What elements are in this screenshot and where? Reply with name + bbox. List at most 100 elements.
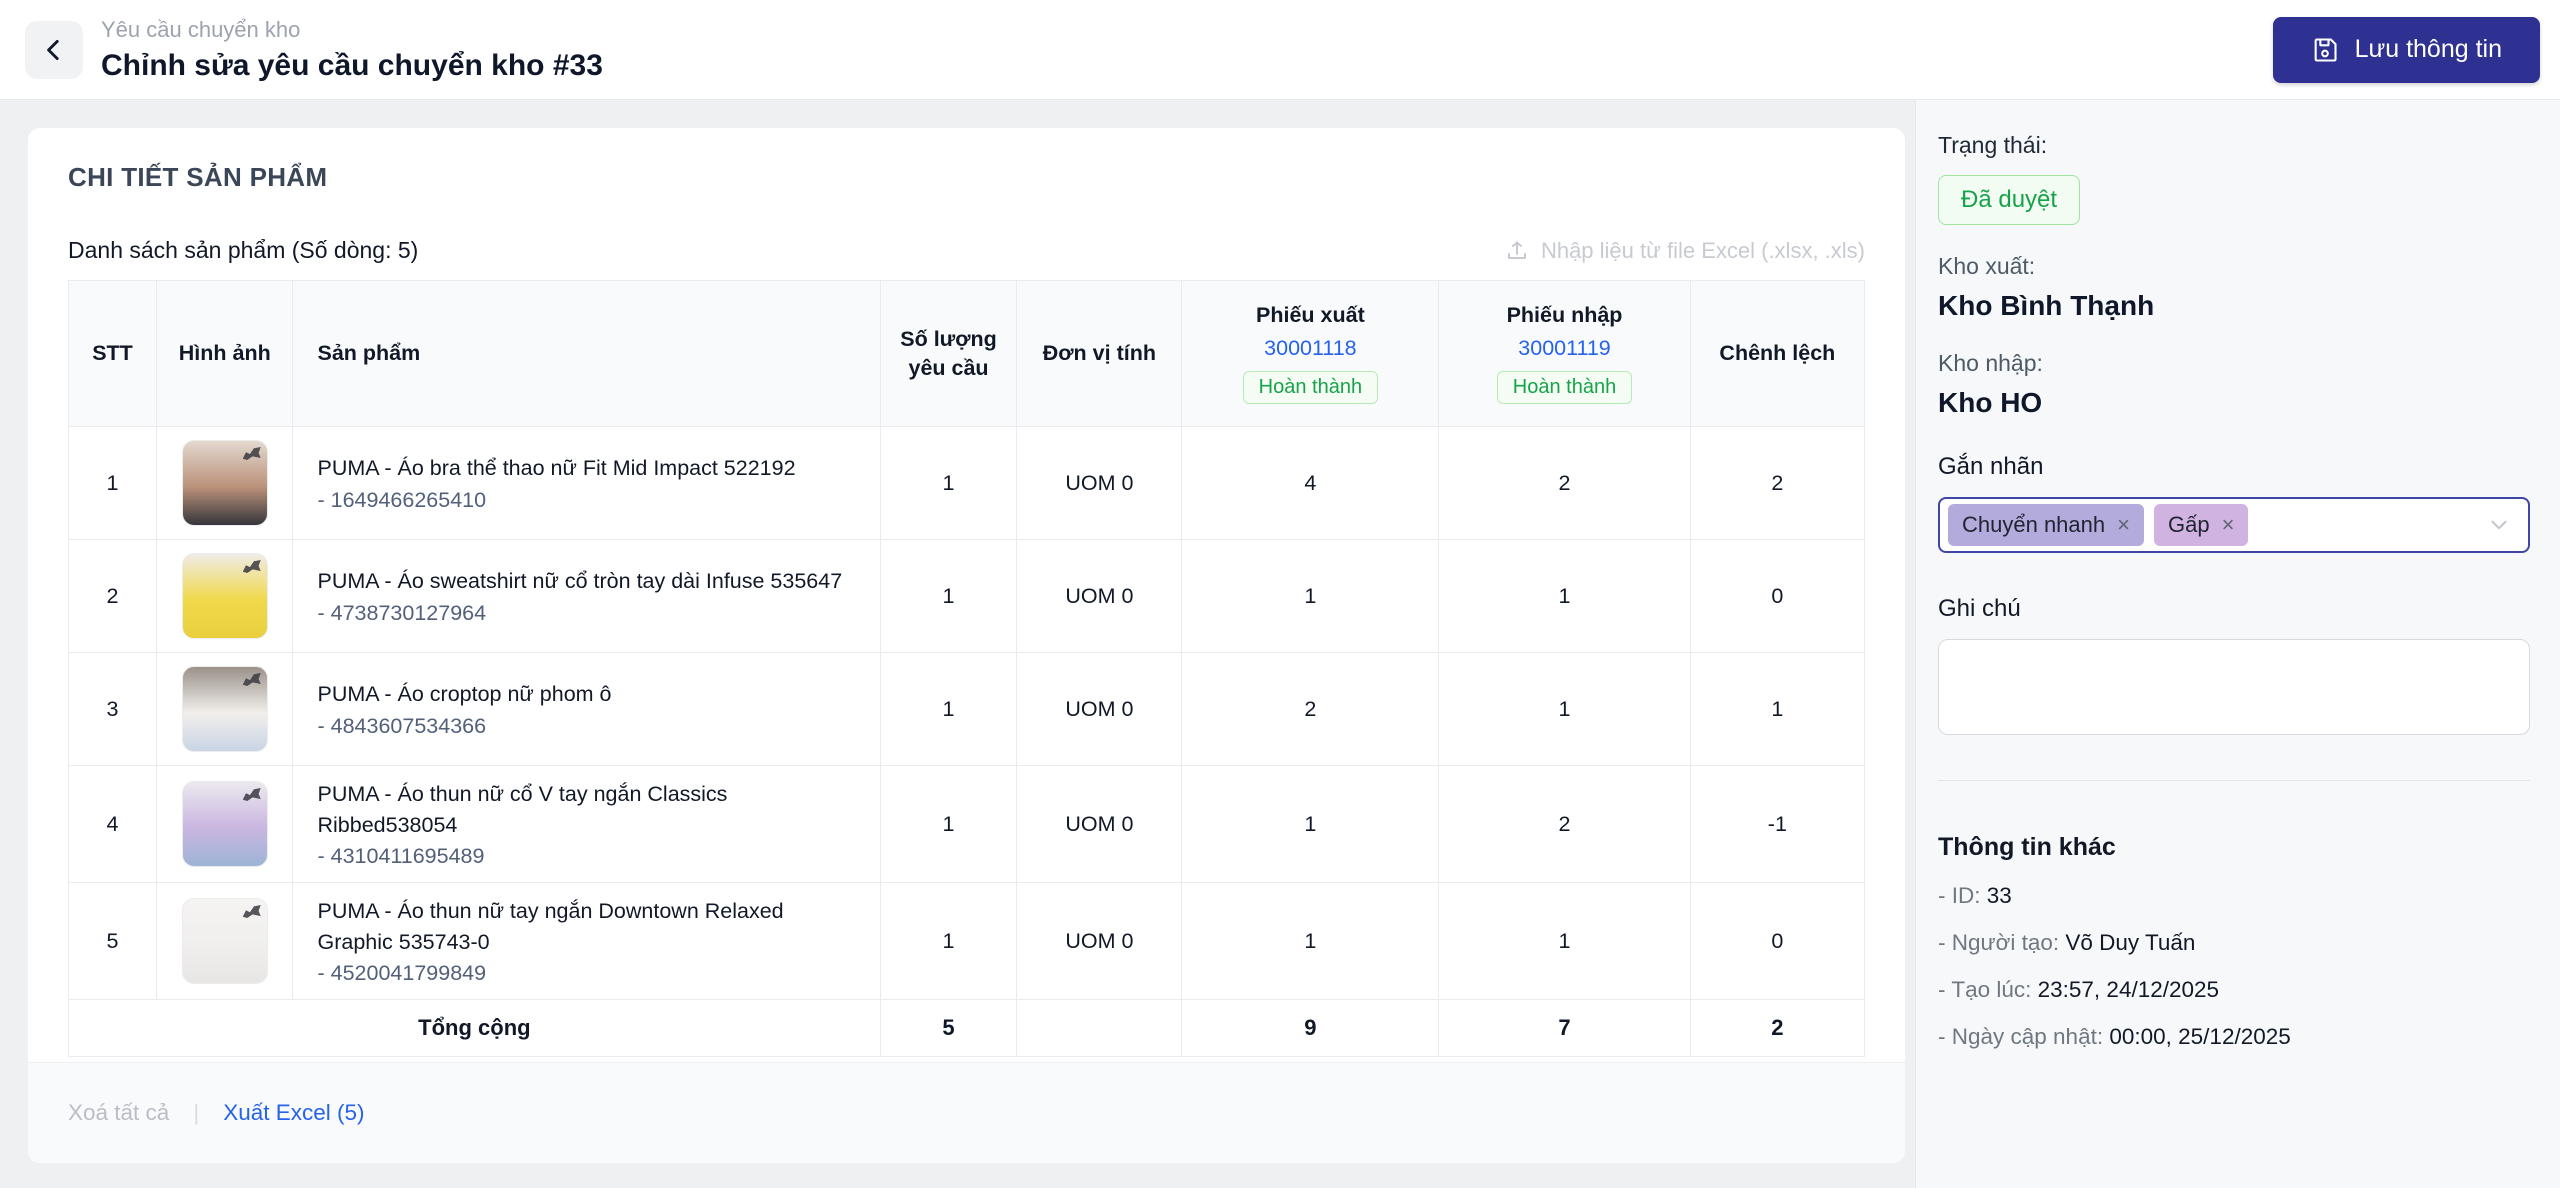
- product-table-body: 1 PUMA - Áo bra thể thao nữ Fit Mid Impac…: [68, 426, 1866, 1001]
- col-header-import: Phiếu nhập 30001119 Hoàn thành: [1438, 280, 1691, 427]
- cell-image: [155, 426, 294, 540]
- cell-qty: 1: [879, 764, 1018, 884]
- info-label: - Người tạo:: [1938, 930, 2066, 955]
- product-list-count-label: Danh sách sản phẩm (Số dòng: 5): [68, 237, 419, 263]
- breadcrumb[interactable]: Yêu cầu chuyển kho: [101, 17, 603, 43]
- section-title: CHI TIẾT SẢN PHẨM: [68, 162, 328, 192]
- chevron-left-icon: [41, 37, 67, 63]
- cell-uom: UOM 0: [1016, 539, 1183, 653]
- upload-icon: [1505, 239, 1529, 263]
- info-value: Võ Duy Tuấn: [2065, 930, 2196, 955]
- cell-qty: 1: [879, 652, 1018, 766]
- cell-diff: 1: [1689, 652, 1866, 766]
- cell-stt: 3: [68, 652, 157, 766]
- clear-all-link[interactable]: Xoá tất cả: [68, 1100, 169, 1126]
- tag-chip-label: Gấp: [2167, 512, 2210, 537]
- dest-warehouse-value: Kho HO: [1938, 387, 2043, 418]
- total-import: 7: [1438, 999, 1691, 1058]
- import-doc-link[interactable]: 30001119: [1518, 336, 1610, 361]
- cell-product: PUMA - Áo sweatshirt nữ cổ tròn tay dài …: [292, 539, 881, 653]
- info-label: - Tạo lúc:: [1938, 977, 2038, 1002]
- col-header-product: Sản phẩm: [292, 280, 881, 427]
- cell-export-qty: 1: [1181, 882, 1440, 1001]
- product-table: STT Hình ảnh Sản phẩm Số lượng yêu cầu Đ…: [68, 280, 1866, 1058]
- page-header: Yêu cầu chuyển kho Chỉnh sửa yêu cầu chu…: [0, 0, 2560, 100]
- product-thumbnail: [181, 553, 268, 639]
- cell-import-qty: 1: [1438, 882, 1691, 1001]
- note-textarea[interactable]: [1938, 639, 2530, 735]
- product-barcode: - 4520041799849: [317, 961, 487, 986]
- cell-diff: -1: [1689, 764, 1866, 884]
- tag-remove-icon[interactable]: ×: [2222, 514, 2235, 536]
- col-header-export: Phiếu xuất 30001118 Hoàn thành: [1181, 280, 1440, 427]
- cell-stt: 1: [68, 426, 157, 540]
- cell-uom: UOM 0: [1016, 882, 1183, 1001]
- import-excel-link[interactable]: Nhập liệu từ file Excel (.xlsx, .xls): [1505, 238, 1865, 264]
- cell-export-qty: 2: [1181, 652, 1440, 766]
- col-header-uom: Đơn vị tính: [1016, 280, 1183, 427]
- table-row: 2 PUMA - Áo sweatshirt nữ cổ tròn tay dài…: [68, 539, 1866, 653]
- tag-chip: Chuyển nhanh ×: [1948, 504, 2144, 546]
- cell-export-qty: 1: [1181, 764, 1440, 884]
- product-barcode: - 1649466265410: [317, 487, 487, 512]
- cell-export-qty: 4: [1181, 426, 1440, 540]
- cell-image: [155, 882, 294, 1001]
- source-warehouse-label: Kho xuất:: [1938, 253, 2036, 279]
- cell-uom: UOM 0: [1016, 652, 1183, 766]
- product-name: PUMA - Áo sweatshirt nữ cổ tròn tay dài …: [317, 569, 843, 594]
- other-info-title: Thông tin khác: [1938, 833, 2116, 861]
- col-header-stt: STT: [68, 280, 157, 427]
- total-qty: 5: [879, 999, 1018, 1058]
- import-doc-label: Phiếu nhập: [1506, 303, 1623, 327]
- puma-logo-icon: [242, 788, 261, 802]
- save-button[interactable]: Lưu thông tin: [2272, 16, 2540, 83]
- puma-logo-icon: [242, 560, 261, 573]
- puma-logo-icon: [242, 447, 261, 460]
- table-row: 5 PUMA - Áo thun nữ tay ngắn Downtown Rel…: [68, 882, 1866, 1001]
- cell-qty: 1: [879, 426, 1018, 540]
- chevron-down-icon[interactable]: [2486, 512, 2512, 538]
- product-name: PUMA - Áo bra thể thao nữ Fit Mid Impact…: [317, 456, 796, 481]
- back-button[interactable]: [25, 20, 83, 79]
- tags-label: Gắn nhãn: [1938, 453, 2044, 480]
- product-thumbnail: [181, 666, 268, 752]
- export-status-badge: Hoàn thành: [1242, 371, 1379, 404]
- cell-qty: 1: [879, 539, 1018, 653]
- status-badge: Đã duyệt: [1938, 175, 2081, 225]
- cell-stt: 2: [68, 539, 157, 653]
- footer-separator: |: [193, 1100, 200, 1125]
- cell-diff: 0: [1689, 539, 1866, 653]
- info-line: - Ngày cập nhật: 00:00, 25/12/2025: [1938, 1024, 2530, 1050]
- cell-qty: 1: [879, 882, 1018, 1001]
- info-value: 33: [1986, 883, 2012, 908]
- total-row: Tổng cộng 5 9 7 2: [68, 999, 1866, 1058]
- export-excel-link[interactable]: Xuất Excel (5): [223, 1100, 364, 1126]
- info-label: - ID:: [1938, 883, 1987, 908]
- product-name: PUMA - Áo croptop nữ phom ô: [317, 682, 612, 707]
- sidebar: Trạng thái: Đã duyệt Kho xuất: Kho Bình …: [1915, 100, 2560, 1188]
- col-header-diff: Chênh lệch: [1689, 280, 1866, 427]
- total-uom: [1016, 999, 1183, 1058]
- cell-product: PUMA - Áo thun nữ cổ V tay ngắn Classics…: [292, 764, 881, 884]
- note-label: Ghi chú: [1938, 595, 2021, 622]
- info-line: - Tạo lúc: 23:57, 24/12/2025: [1938, 977, 2530, 1003]
- tag-remove-icon[interactable]: ×: [2117, 514, 2130, 536]
- tags-select[interactable]: Chuyển nhanh × Gấp ×: [1938, 497, 2530, 553]
- source-warehouse-value: Kho Bình Thạnh: [1938, 290, 2155, 321]
- cell-image: [155, 539, 294, 653]
- total-diff: 2: [1689, 999, 1866, 1058]
- cell-import-qty: 1: [1438, 652, 1691, 766]
- cell-image: [155, 764, 294, 884]
- table-header-row: STT Hình ảnh Sản phẩm Số lượng yêu cầu Đ…: [68, 280, 1866, 427]
- export-doc-link[interactable]: 30001118: [1264, 336, 1356, 361]
- cell-export-qty: 1: [1181, 539, 1440, 653]
- table-row: 3 PUMA - Áo croptop nữ phom ô - 4843607534…: [68, 652, 1866, 766]
- page-content: CHI TIẾT SẢN PHẨM Danh sách sản phẩm (Số…: [0, 100, 2560, 1188]
- other-info-list: - ID: 33 - Người tạo: Võ Duy Tuấn - Tạo lú…: [1938, 883, 2530, 1050]
- total-export: 9: [1181, 999, 1440, 1058]
- product-barcode: - 4310411695489: [317, 844, 485, 869]
- save-icon: [2311, 36, 2339, 64]
- cell-uom: UOM 0: [1016, 764, 1183, 884]
- import-status-badge: Hoàn thành: [1496, 371, 1633, 404]
- import-excel-label: Nhập liệu từ file Excel (.xlsx, .xls): [1540, 237, 1865, 263]
